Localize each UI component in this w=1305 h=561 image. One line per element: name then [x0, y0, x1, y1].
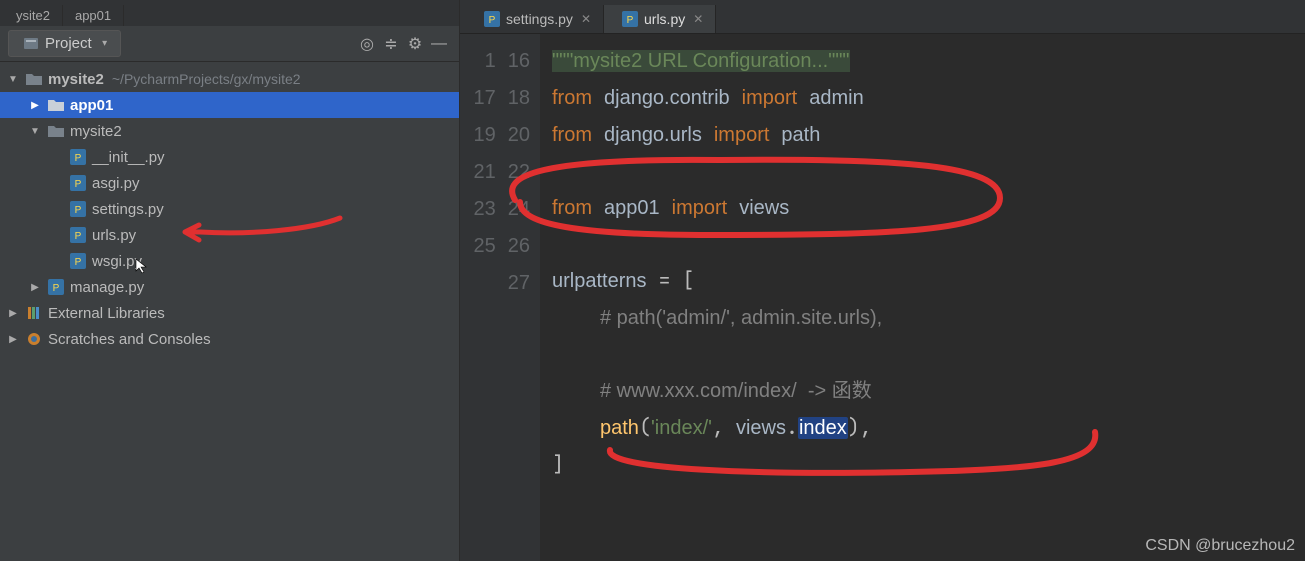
tree-file-settings[interactable]: P settings.py — [0, 196, 459, 222]
folder-icon — [24, 72, 44, 86]
editor-area: P settings.py ✕ P urls.py ✕ 1 16 17 18 1… — [460, 0, 1305, 561]
top-tabstrip: ysite2 app01 — [0, 0, 459, 26]
python-file-icon: P — [46, 279, 66, 295]
svg-text:P: P — [75, 231, 82, 242]
tree-label: Scratches and Consoles — [48, 331, 211, 348]
folder-icon — [46, 124, 66, 138]
chevron-right-icon: ▶ — [6, 334, 20, 345]
editor-tabstrip: P settings.py ✕ P urls.py ✕ — [460, 0, 1305, 34]
project-dropdown-label: Project — [45, 35, 92, 52]
scratch-icon — [24, 331, 44, 347]
library-icon — [24, 305, 44, 321]
folder-icon — [46, 98, 66, 112]
project-dropdown[interactable]: Project ▾ — [8, 30, 121, 57]
tree-file-manage[interactable]: ▶ P manage.py — [0, 274, 459, 300]
chevron-down-icon: ▾ — [98, 38, 112, 49]
svg-text:P: P — [75, 153, 82, 164]
tree-file-urls[interactable]: P urls.py — [0, 222, 459, 248]
project-icon — [21, 36, 41, 52]
tree-path: ~/PycharmProjects/gx/mysite2 — [112, 71, 301, 87]
editor-tab-label: settings.py — [506, 11, 573, 27]
tree-scratches[interactable]: ▶ Scratches and Consoles — [0, 326, 459, 352]
project-panel-header: Project ▾ ◎ ≑ ⚙ — — [0, 26, 459, 62]
python-file-icon: P — [68, 201, 88, 217]
tree-file-wsgi[interactable]: P wsgi.py — [0, 248, 459, 274]
tree-file-asgi[interactable]: P asgi.py — [0, 170, 459, 196]
code-body: 1 16 17 18 19 20 21 22 23 24 25 26 27 ""… — [460, 34, 1305, 561]
python-file-icon: P — [620, 11, 640, 27]
tab-mysite2[interactable]: ysite2 — [4, 5, 63, 26]
python-file-icon: P — [68, 149, 88, 165]
python-file-icon: P — [68, 253, 88, 269]
tree-label: asgi.py — [92, 175, 140, 192]
tree-node-mysite2[interactable]: ▼ mysite2 — [0, 118, 459, 144]
tree-label: settings.py — [92, 201, 164, 218]
svg-text:P: P — [75, 179, 82, 190]
editor-tab-settings[interactable]: P settings.py ✕ — [466, 5, 604, 33]
tree-label: app01 — [70, 97, 113, 114]
chevron-right-icon: ▶ — [28, 282, 42, 293]
svg-text:P: P — [489, 15, 496, 26]
ide-root: ysite2 app01 Project ▾ ◎ ≑ ⚙ — ▼ mysite2… — [0, 0, 1305, 561]
python-file-icon: P — [68, 175, 88, 191]
chevron-right-icon: ▶ — [28, 100, 42, 111]
docstring-text: """mysite2 URL Configuration...""" — [552, 50, 850, 72]
hide-icon[interactable]: — — [427, 35, 451, 53]
svg-text:P: P — [75, 257, 82, 268]
tree-external-libraries[interactable]: ▶ External Libraries — [0, 300, 459, 326]
tab-app01[interactable]: app01 — [63, 5, 124, 26]
tree-file-init[interactable]: P __init__.py — [0, 144, 459, 170]
gear-icon[interactable]: ⚙ — [403, 34, 427, 54]
editor-tab-urls[interactable]: P urls.py ✕ — [604, 5, 716, 33]
project-sidebar: ysite2 app01 Project ▾ ◎ ≑ ⚙ — ▼ mysite2… — [0, 0, 460, 561]
chevron-down-icon: ▼ — [28, 126, 42, 137]
close-icon[interactable]: ✕ — [693, 12, 703, 26]
svg-text:P: P — [53, 283, 60, 294]
tree-label: __init__.py — [92, 149, 165, 166]
project-tree[interactable]: ▼ mysite2 ~/PycharmProjects/gx/mysite2 ▶… — [0, 62, 459, 561]
tree-label: mysite2 — [48, 71, 104, 88]
tree-node-root[interactable]: ▼ mysite2 ~/PycharmProjects/gx/mysite2 — [0, 66, 459, 92]
svg-text:P: P — [75, 205, 82, 216]
svg-text:P: P — [627, 15, 634, 26]
tree-label: urls.py — [92, 227, 136, 244]
chevron-right-icon: ▶ — [6, 308, 20, 319]
selected-word: index — [798, 417, 848, 439]
code-editor[interactable]: """mysite2 URL Configuration...""" from … — [540, 34, 1305, 561]
line-gutter: 1 16 17 18 19 20 21 22 23 24 25 26 27 — [460, 34, 540, 561]
python-file-icon: P — [482, 11, 502, 27]
locate-icon[interactable]: ◎ — [355, 34, 379, 54]
editor-tab-label: urls.py — [644, 11, 685, 27]
tree-label: External Libraries — [48, 305, 165, 322]
tree-node-app01[interactable]: ▶ app01 — [0, 92, 459, 118]
close-icon[interactable]: ✕ — [581, 12, 591, 26]
python-file-icon: P — [68, 227, 88, 243]
tree-label: wsgi.py — [92, 253, 142, 270]
tree-label: mysite2 — [70, 123, 122, 140]
tree-label: manage.py — [70, 279, 144, 296]
chevron-down-icon: ▼ — [6, 74, 20, 85]
expand-icon[interactable]: ≑ — [379, 34, 403, 54]
